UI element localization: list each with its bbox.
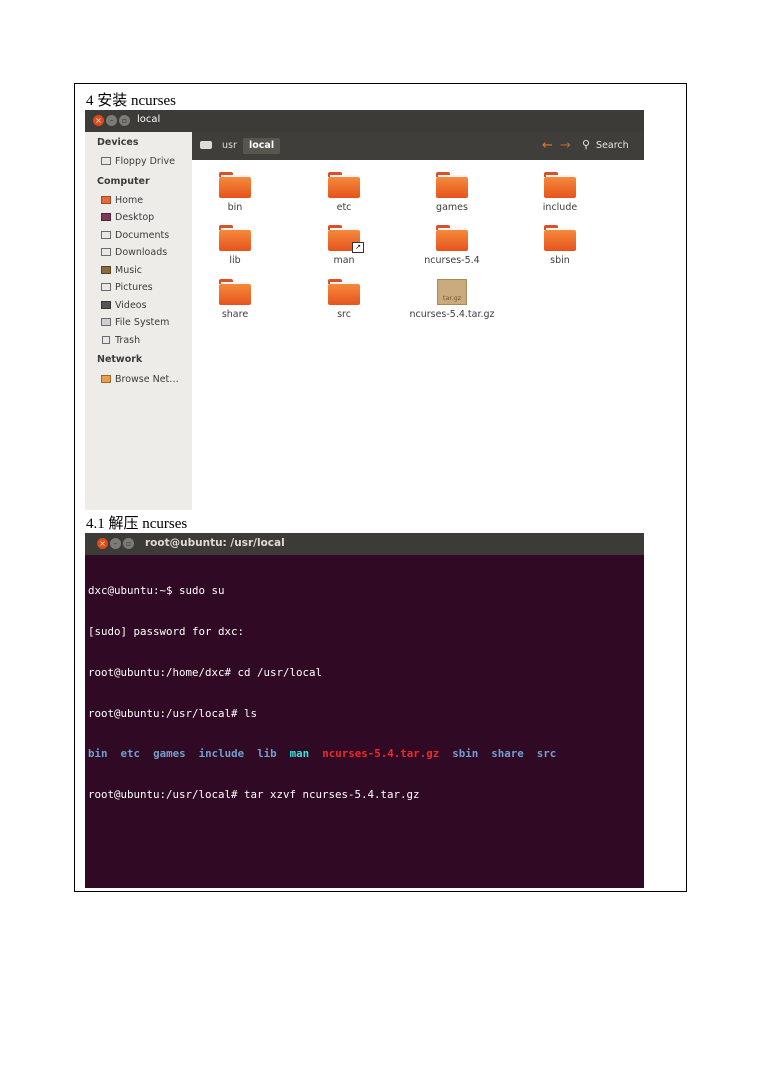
sidebar-item-floppy-drive[interactable]: Floppy Drive [101,156,175,171]
terminal-titlebar[interactable]: × – ▫ root@ubuntu: /usr/local [85,533,644,555]
file-view: bin etc games include lib ↗ man ncurses-… [192,160,644,510]
folder-icon: ↗ [328,225,364,253]
terminal-line: [sudo] password for dxc: [88,624,245,638]
sidebar-item-desktop[interactable]: Desktop [101,212,154,227]
install-heading: 4 安装 ncurses [86,93,176,109]
extract-heading: 4.1 解压 ncurses [86,516,188,532]
sidebar-item-home[interactable]: Home [101,195,143,210]
file-item[interactable]: src [294,279,394,320]
sidebar-heading-network: Network [97,354,143,365]
folder-icon [436,225,468,251]
ls-entry: man [289,747,310,761]
terminal-window[interactable]: × – ▫ root@ubuntu: /usr/local dxc@ubuntu… [85,533,644,888]
ls-entry: etc [120,747,141,761]
ls-entry: lib [257,747,277,761]
breadcrumb-local[interactable]: local [243,138,281,154]
maximize-icon[interactable]: ▫ [123,538,134,549]
folder-icon [544,225,576,251]
folder-icon [219,225,251,251]
sidebar-item-music[interactable]: Music [101,265,142,280]
ls-entry: src [536,747,557,761]
file-item[interactable]: ↗ man [294,225,394,266]
documents-icon [101,231,111,239]
sidebar-item-documents[interactable]: Documents [101,230,169,245]
terminal-line: root@ubuntu:/home/dxc# cd /usr/local [88,665,323,679]
file-item[interactable]: share [185,279,285,320]
minimize-icon[interactable]: – [106,115,117,126]
sidebar-heading-devices: Devices [97,137,139,148]
file-item[interactable]: lib [185,225,285,266]
ls-entry: ncurses-5.4.tar.gz [322,747,440,761]
folder-icon [436,172,468,198]
terminal-line: root@ubuntu:/usr/local# ls [88,706,258,720]
ls-entry: sbin [452,747,479,761]
downloads-icon [101,248,111,256]
file-item[interactable]: include [510,172,610,213]
drive-icon[interactable] [200,141,212,149]
sidebar-item-pictures[interactable]: Pictures [101,282,153,297]
sidebar: Devices Floppy Drive Computer Home Deskt… [85,132,192,510]
sidebar-heading-computer: Computer [97,176,150,187]
archive-icon: tar.gz [437,279,467,305]
videos-icon [101,301,111,309]
ls-output-line: bin etc games include lib man ncurses-5.… [88,747,640,761]
close-icon[interactable]: × [97,538,108,549]
filesystem-icon [101,318,111,326]
folder-icon [328,279,360,305]
ls-entry: share [491,747,524,761]
search-icon[interactable]: ⚲ [582,138,590,151]
folder-icon [219,172,251,198]
terminal-output[interactable]: dxc@ubuntu:~$ sudo su [sudo] password fo… [88,557,640,829]
location-toolbar: usr local ← → ⚲ Search [192,132,644,160]
terminal-line: root@ubuntu:/usr/local# tar xzvf ncurses… [88,788,420,802]
ls-entry: include [198,747,245,761]
file-item[interactable]: games [402,172,502,213]
music-icon [101,266,111,274]
terminal-title: root@ubuntu: /usr/local [145,537,285,549]
sidebar-item-browse-network[interactable]: Browse Net… [101,374,179,389]
minimize-icon[interactable]: – [110,538,121,549]
pictures-icon [101,283,111,291]
forward-arrow-icon[interactable]: → [560,138,571,153]
back-arrow-icon[interactable]: ← [542,138,553,153]
sidebar-item-downloads[interactable]: Downloads [101,247,167,262]
sidebar-item-videos[interactable]: Videos [101,300,147,315]
file-manager-window: × – ▫ local Devices Floppy Drive Compute… [85,110,644,510]
home-icon [101,196,111,204]
ls-entry: bin [88,747,108,761]
file-item[interactable]: bin [185,172,285,213]
floppy-icon [101,157,111,165]
desktop-icon [101,213,111,221]
folder-icon [328,172,360,198]
file-item[interactable]: sbin [510,225,610,266]
file-item[interactable]: ncurses-5.4 [402,225,502,266]
symlink-arrow-icon: ↗ [352,242,364,253]
folder-icon [219,279,251,305]
terminal-line: dxc@ubuntu:~$ sudo su [88,584,225,598]
trash-icon [102,336,110,344]
sidebar-item-trash[interactable]: Trash [101,335,140,350]
file-item[interactable]: tar.gz ncurses-5.4.tar.gz [402,279,502,320]
window-title: local [137,114,161,125]
breadcrumb-usr[interactable]: usr [216,138,243,154]
network-icon [101,375,111,383]
sidebar-item-file-system[interactable]: File System [101,317,169,332]
search-button[interactable]: Search [596,140,629,151]
ls-entry: games [153,747,186,761]
folder-icon [544,172,576,198]
window-titlebar[interactable]: × – ▫ local [85,110,644,133]
file-item[interactable]: etc [294,172,394,213]
maximize-icon[interactable]: ▫ [119,115,130,126]
close-icon[interactable]: × [93,115,104,126]
